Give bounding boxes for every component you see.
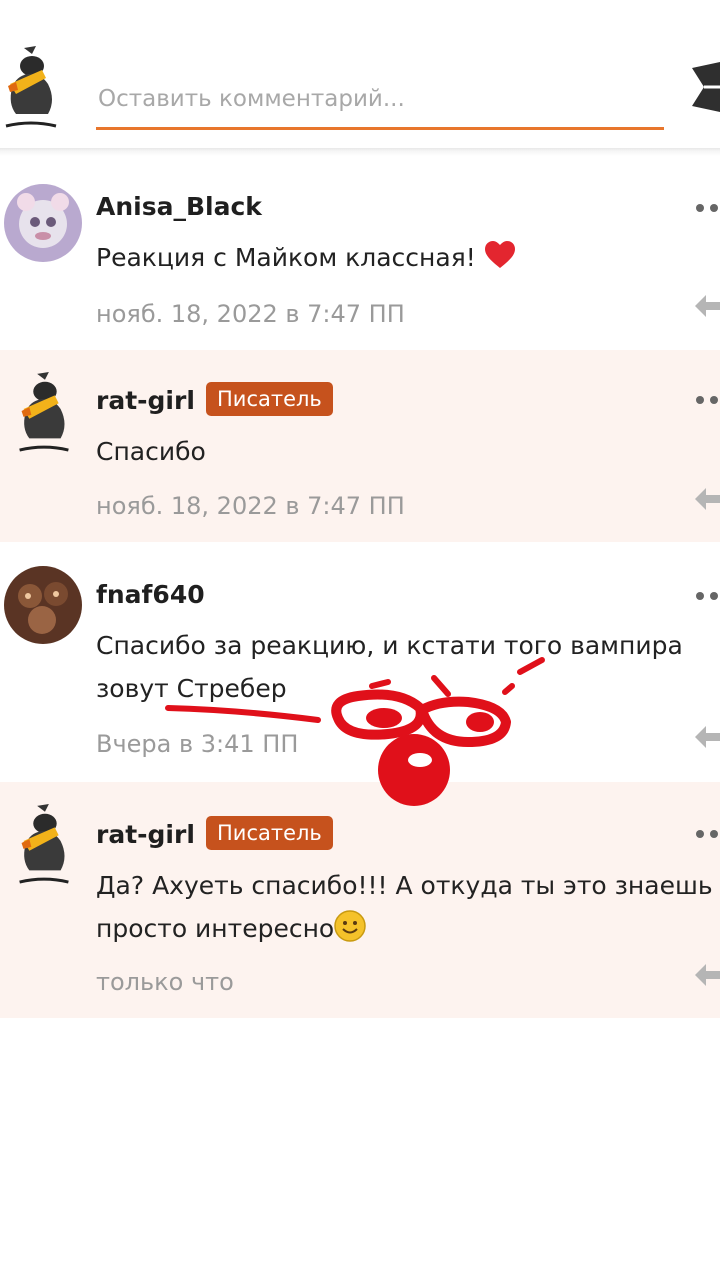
comment-input[interactable]: [96, 70, 664, 130]
avatar[interactable]: [12, 802, 76, 884]
avatar[interactable]: [4, 566, 82, 644]
comment-text-line: просто интересно: [96, 907, 716, 950]
comment-item: fnaf640 Спасибо за реакцию, и кстати тог…: [0, 544, 720, 780]
comment-item: rat-girl Писатель Да? Ахуеть спасибо!!! …: [0, 782, 720, 1018]
heart-icon: [484, 241, 515, 268]
more-menu-icon[interactable]: [694, 390, 720, 410]
comment-composer: [0, 0, 720, 150]
user-avatar[interactable]: [2, 44, 60, 128]
comment-text-content: Реакция с Майком классная!: [96, 243, 476, 272]
more-menu-icon[interactable]: [694, 824, 720, 844]
timestamp: только что: [96, 968, 234, 996]
comment-text: Спасибо: [96, 437, 206, 466]
reply-icon[interactable]: [694, 293, 720, 319]
author-name[interactable]: rat-girl: [96, 820, 195, 849]
comment-text: Спасибо за реакцию, и кстати того вампир…: [96, 624, 716, 710]
timestamp: нояб. 18, 2022 в 7:47 ПП: [96, 300, 405, 328]
divider: [0, 148, 720, 156]
comment-text-line: Спасибо за реакцию, и кстати того вампир…: [96, 631, 683, 660]
timestamp: Вчера в 3:41 ПП: [96, 730, 299, 758]
send-icon[interactable]: [690, 58, 720, 116]
avatar[interactable]: [4, 184, 82, 262]
reply-icon[interactable]: [694, 962, 720, 988]
comment-text-line: Да? Ахуеть спасибо!!! А откуда ты это зн…: [96, 871, 713, 900]
avatar[interactable]: [12, 370, 76, 452]
comment-text: Реакция с Майком классная!: [96, 236, 716, 279]
reply-icon[interactable]: [694, 486, 720, 512]
more-menu-icon[interactable]: [694, 586, 720, 606]
author-name[interactable]: Anisa_Black: [96, 192, 262, 221]
role-badge: Писатель: [206, 382, 333, 416]
comment-text-line: зовут Стребер: [96, 674, 287, 703]
comment-item: rat-girl Писатель Спасибо нояб. 18, 2022…: [0, 350, 720, 542]
reply-icon[interactable]: [694, 724, 720, 750]
role-badge: Писатель: [206, 816, 333, 850]
smile-icon: [334, 910, 366, 942]
comment-item: Anisa_Black Реакция с Майком классная! н…: [0, 158, 720, 348]
author-name[interactable]: rat-girl: [96, 386, 195, 415]
more-menu-icon[interactable]: [694, 198, 720, 218]
comment-text-content: просто интересно: [96, 914, 335, 943]
timestamp: нояб. 18, 2022 в 7:47 ПП: [96, 492, 405, 520]
author-name[interactable]: fnaf640: [96, 580, 205, 609]
comment-text: Да? Ахуеть спасибо!!! А откуда ты это зн…: [96, 864, 716, 950]
